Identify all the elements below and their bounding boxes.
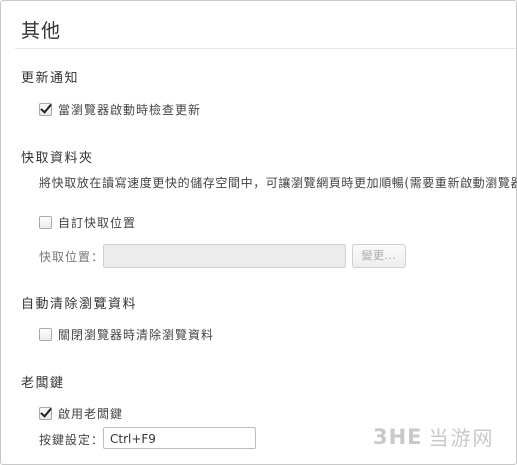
page-title: 其他 — [21, 20, 62, 42]
enable-boss-key-label[interactable]: 啟用老闆鍵 — [58, 405, 123, 422]
enable-boss-key-option[interactable]: 啟用老闆鍵 — [39, 405, 123, 422]
watermark: 3HE 当游网 — [373, 422, 495, 451]
section-title-boss-key: 老闆鍵 — [21, 376, 65, 391]
hotkey-label: 按鍵設定： — [39, 433, 105, 447]
clear-on-close-label[interactable]: 關閉瀏覽器時清除瀏覽資料 — [58, 326, 214, 343]
clear-on-close-checkbox[interactable] — [39, 328, 52, 341]
watermark-text: 当游网 — [428, 426, 495, 450]
check-updates-option[interactable]: 當瀏覽器啟動時檢查更新 — [39, 101, 201, 118]
hotkey-input[interactable]: Ctrl+F9 — [103, 427, 256, 449]
cache-location-input[interactable] — [103, 244, 346, 268]
clear-on-close-option[interactable]: 關閉瀏覽器時清除瀏覽資料 — [39, 326, 214, 343]
cache-location-label: 快取位置： — [39, 250, 105, 264]
cache-description: 將快取放在讀寫速度更快的儲存空間中，可讓瀏覽網頁時更加順暢(需要重新啟動瀏覽器) — [39, 176, 517, 190]
section-title-cache: 快取資料夾 — [21, 151, 94, 166]
watermark-logo: 3HE — [373, 424, 423, 449]
check-updates-label[interactable]: 當瀏覽器啟動時檢查更新 — [58, 101, 201, 118]
check-updates-checkbox[interactable] — [39, 103, 52, 116]
custom-cache-label[interactable]: 自訂快取位置 — [58, 214, 136, 231]
change-location-button[interactable]: 變更... — [352, 244, 406, 268]
section-title-auto-clear: 自動清除瀏覽資料 — [21, 297, 138, 312]
enable-boss-key-checkbox[interactable] — [39, 407, 52, 420]
custom-cache-checkbox[interactable] — [39, 216, 52, 229]
section-title-updates: 更新通知 — [21, 71, 80, 86]
title-divider — [15, 48, 516, 49]
custom-cache-option[interactable]: 自訂快取位置 — [39, 214, 136, 231]
